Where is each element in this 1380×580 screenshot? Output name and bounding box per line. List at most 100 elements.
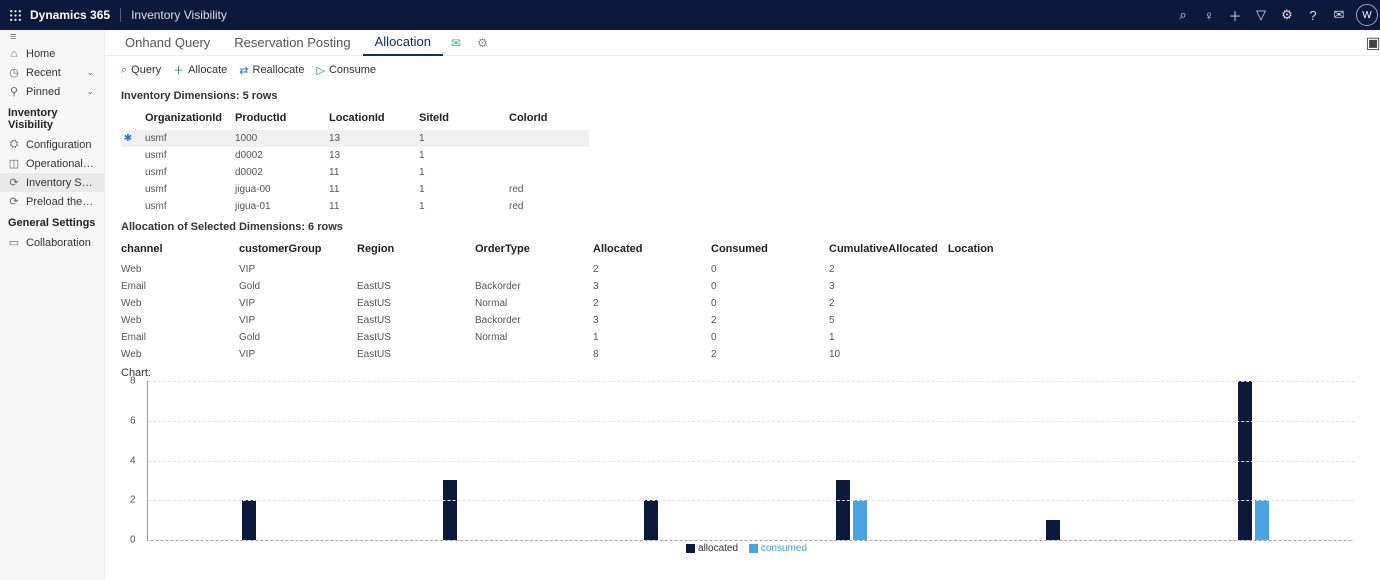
nav-label: Inventory Summary xyxy=(26,177,96,189)
cell xyxy=(475,346,593,363)
col-header[interactable]: OrganizationId xyxy=(145,106,235,130)
cell: 2 xyxy=(593,295,711,312)
cell: jigua-00 xyxy=(235,181,329,198)
allocation-heading: Allocation of Selected Dimensions: 6 row… xyxy=(105,215,1380,237)
y-axis-tick: 2 xyxy=(130,495,136,506)
col-header[interactable]: Consumed xyxy=(711,237,829,261)
cell: 1 xyxy=(829,329,948,346)
nav-pinned[interactable]: ⚲ Pinned ⌄ xyxy=(0,82,104,101)
nav-configuration[interactable]: ⛭ Configuration xyxy=(0,135,104,154)
nav-collapse-icon[interactable]: ≡ xyxy=(0,30,104,44)
cmd-reallocate[interactable]: ⇄Reallocate xyxy=(239,64,304,77)
cell xyxy=(357,261,475,278)
nav-preload-inventory[interactable]: ⟳ Preload the Inventor... xyxy=(0,192,104,211)
table-row[interactable]: WebVIPEastUS8210 xyxy=(121,346,1066,363)
nav-section-inventory: Inventory Visibility xyxy=(0,101,104,135)
col-header[interactable]: Allocated xyxy=(593,237,711,261)
nav-inventory-summary[interactable]: ⟳ Inventory Summary xyxy=(0,173,104,192)
table-row[interactable]: EmailGoldEastUSNormal101 xyxy=(121,329,1066,346)
cell: d0002 xyxy=(235,147,329,164)
chevron-down-icon: ⌄ xyxy=(86,86,96,97)
settings-icon[interactable]: ⚙ xyxy=(1274,0,1300,30)
brand-label[interactable]: Dynamics 365 xyxy=(30,8,121,22)
cell: EastUS xyxy=(357,329,475,346)
command-bar: ⌕Query ＋Allocate ⇄Reallocate ▷Consume xyxy=(105,56,1380,84)
cmd-consume[interactable]: ▷Consume xyxy=(316,64,376,77)
cell: 1000 xyxy=(235,130,329,147)
bar-allocated xyxy=(443,480,457,540)
app-name-label: Inventory Visibility xyxy=(121,8,227,22)
lightbulb-icon[interactable]: ♀ xyxy=(1196,0,1222,30)
cell: 0 xyxy=(711,295,829,312)
y-axis-tick: 8 xyxy=(130,376,136,387)
table-row[interactable]: WebVIPEastUSNormal202 xyxy=(121,295,1066,312)
col-header[interactable]: ColorId xyxy=(509,106,589,130)
tab-reservation-posting[interactable]: Reservation Posting xyxy=(222,30,362,56)
col-header[interactable]: ProductId xyxy=(235,106,329,130)
search-icon: ⌕ xyxy=(121,64,127,77)
cmd-query[interactable]: ⌕Query xyxy=(121,64,161,77)
nav-home[interactable]: ⌂ Home xyxy=(0,44,104,63)
col-header[interactable]: channel xyxy=(121,237,239,261)
table-row[interactable]: ✱usmf1000131 xyxy=(121,130,589,147)
table-row[interactable]: ✱usmfjigua-01111red xyxy=(121,198,589,215)
bar-allocated xyxy=(836,480,850,540)
nav-operational-visibility[interactable]: ◫ Operational Visibility xyxy=(0,154,104,173)
comment-icon[interactable]: ✉ xyxy=(443,36,469,50)
user-avatar[interactable]: W xyxy=(1356,4,1378,26)
cmd-label: Consume xyxy=(329,64,376,76)
nav-label: Preload the Inventor... xyxy=(26,196,96,208)
help-icon[interactable]: ? xyxy=(1300,0,1326,30)
app-launcher-icon[interactable] xyxy=(0,9,30,22)
cell: 8 xyxy=(593,346,711,363)
panel-toggle-icon[interactable]: ▣ xyxy=(1366,30,1380,56)
col-header[interactable]: Location xyxy=(948,237,1066,261)
dimensions-heading: Inventory Dimensions: 5 rows xyxy=(105,84,1380,106)
table-row[interactable]: ✱usmfd0002131 xyxy=(121,147,589,164)
gear-icon[interactable]: ⚙ xyxy=(469,36,496,50)
cell: 2 xyxy=(711,346,829,363)
cell: 11 xyxy=(329,198,419,215)
tab-allocation[interactable]: Allocation xyxy=(363,30,443,56)
table-row[interactable]: WebVIPEastUSBackorder325 xyxy=(121,312,1066,329)
cell: Email xyxy=(121,329,239,346)
cell: 1 xyxy=(593,329,711,346)
chat-icon[interactable]: ✉ xyxy=(1326,0,1352,30)
search-icon[interactable]: ⌕ xyxy=(1170,0,1196,30)
dimensions-table: OrganizationIdProductIdLocationIdSiteIdC… xyxy=(121,106,589,215)
cell: 2 xyxy=(711,312,829,329)
cmd-label: Reallocate xyxy=(253,64,305,76)
col-header[interactable]: SiteId xyxy=(419,106,509,130)
nav-recent[interactable]: ◷ Recent ⌄ xyxy=(0,63,104,82)
nav-collaboration[interactable]: ▭ Collaboration xyxy=(0,233,104,252)
add-icon[interactable]: ＋ xyxy=(1222,0,1248,30)
col-header[interactable]: OrderType xyxy=(475,237,593,261)
cell: usmf xyxy=(145,198,235,215)
gear-icon: ⛭ xyxy=(8,138,20,151)
tab-bar: Onhand Query Reservation Posting Allocat… xyxy=(105,30,1380,56)
cell: Normal xyxy=(475,329,593,346)
cell: 2 xyxy=(593,261,711,278)
cell: 10 xyxy=(829,346,948,363)
clock-icon: ◷ xyxy=(8,66,20,79)
cell: Gold xyxy=(239,329,357,346)
table-row[interactable]: WebVIP202 xyxy=(121,261,1066,278)
table-row[interactable]: ✱usmfjigua-00111red xyxy=(121,181,589,198)
col-header[interactable]: CumulativeAllocated xyxy=(829,237,948,261)
content-area: Onhand Query Reservation Posting Allocat… xyxy=(105,30,1380,580)
table-row[interactable]: EmailGoldEastUSBackorder303 xyxy=(121,278,1066,295)
filter-icon[interactable]: ▽ xyxy=(1248,0,1274,30)
cell: VIP xyxy=(239,295,357,312)
col-header[interactable]: customerGroup xyxy=(239,237,357,261)
cell: 11 xyxy=(329,181,419,198)
refresh-icon: ⟳ xyxy=(8,195,20,208)
cmd-allocate[interactable]: ＋Allocate xyxy=(173,62,227,78)
cell xyxy=(948,261,1066,278)
col-header[interactable]: LocationId xyxy=(329,106,419,130)
tab-onhand-query[interactable]: Onhand Query xyxy=(113,30,222,56)
table-row[interactable]: ✱usmfd0002111 xyxy=(121,164,589,181)
legend-label-consumed: consumed xyxy=(761,543,807,554)
cell: VIP xyxy=(239,312,357,329)
nav-label: Configuration xyxy=(26,139,96,151)
col-header[interactable]: Region xyxy=(357,237,475,261)
